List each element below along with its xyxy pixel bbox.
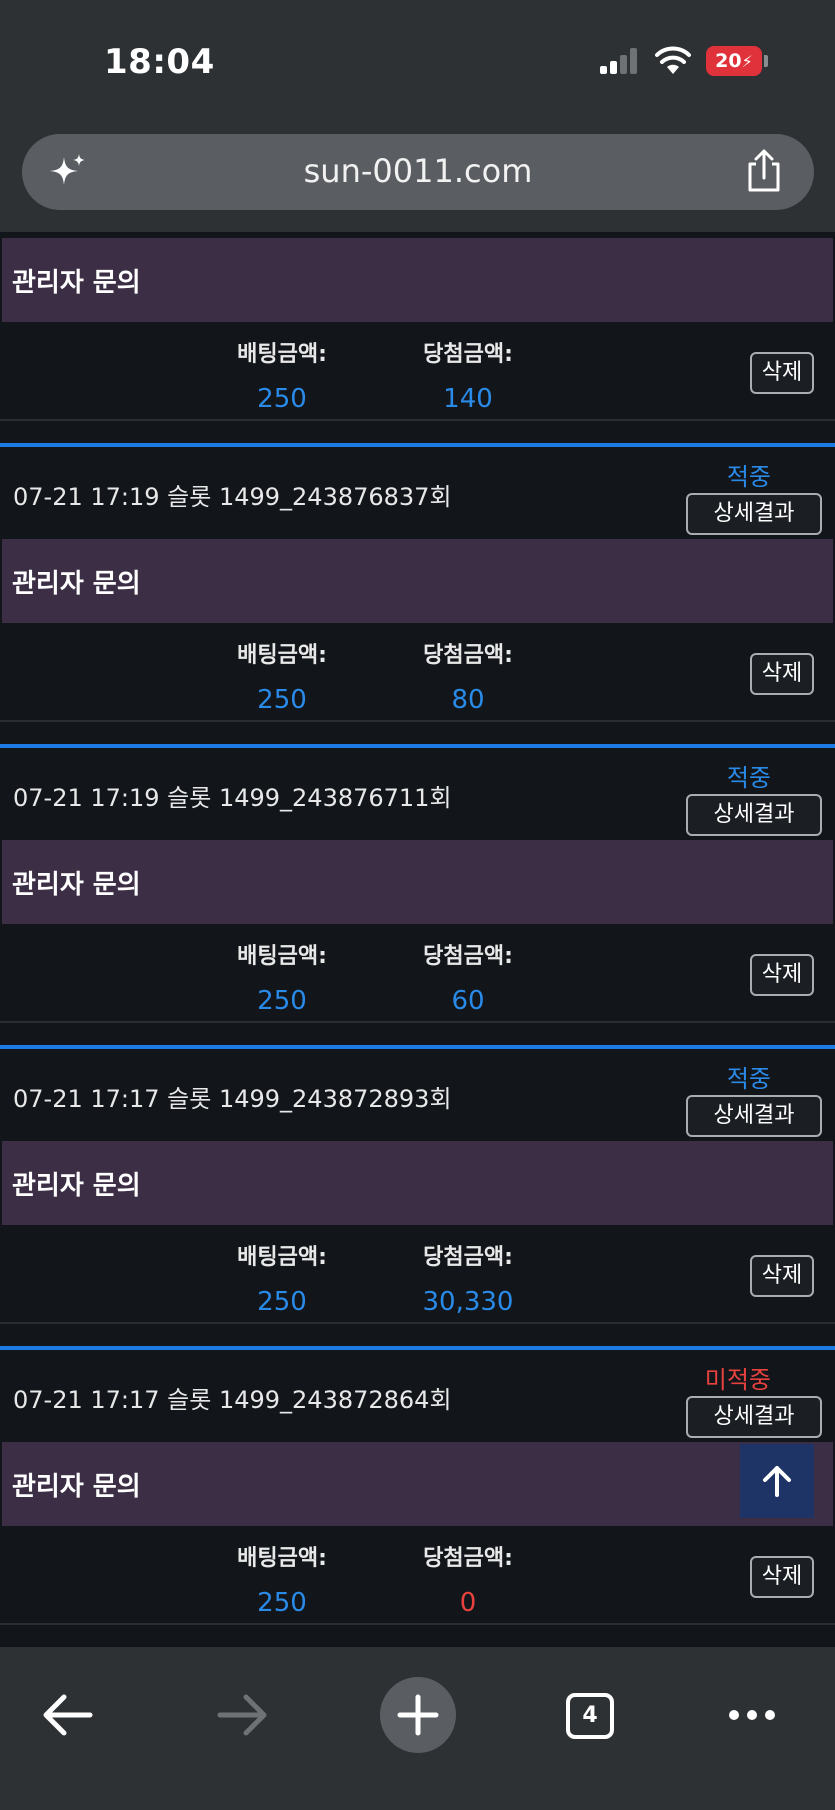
delete-button[interactable]: 삭제 [750, 653, 814, 695]
bet-entry: 07-21 17:19 슬롯 1499_243876711회 적중 상세결과 관… [0, 744, 835, 1023]
admin-inquiry-label[interactable]: 관리자 문의 [2, 1141, 833, 1202]
bet-entry-header: 07-21 17:19 슬롯 1499_243876711회 적중 상세결과 [0, 744, 835, 840]
result-status: 미적중 [704, 1366, 771, 1394]
win-amount: 당첨금액: 80 [408, 637, 528, 715]
bet-entry-title: 07-21 17:17 슬롯 1499_243872864회 [13, 1386, 452, 1414]
bet-entry-title: 07-21 17:17 슬롯 1499_243872893회 [13, 1085, 452, 1113]
win-amount-label: 당첨금액: [423, 944, 513, 969]
admin-inquiry-row[interactable]: 관리자 문의 [2, 1141, 833, 1225]
bet-entry: 07-21 17:17 슬롯 1499_243872864회 미적중 상세결과 … [0, 1346, 835, 1625]
address-bar[interactable]: sun-0011.com [22, 134, 814, 210]
win-amount-value: 0 [459, 1588, 477, 1618]
amount-row: 배팅금액: 250 당첨금액: 140 삭제 [0, 322, 835, 421]
win-amount: 당첨금액: 30,330 [408, 1239, 528, 1317]
detail-result-button[interactable]: 상세결과 [686, 1396, 822, 1438]
result-status: 적중 [726, 764, 771, 792]
win-amount-value: 30,330 [422, 1287, 514, 1317]
win-amount-value: 80 [451, 685, 485, 715]
admin-inquiry-label[interactable]: 관리자 문의 [2, 840, 833, 901]
result-status: 적중 [726, 1065, 771, 1093]
admin-inquiry-label[interactable]: 관리자 문의 [2, 1442, 833, 1503]
admin-inquiry-row[interactable]: 관리자 문의 [2, 238, 833, 322]
bet-amount-value: 250 [257, 1588, 307, 1618]
bet-amount-label: 배팅금액: [237, 1245, 327, 1270]
amount-row: 배팅금액: 250 당첨금액: 0 삭제 [0, 1526, 835, 1625]
browser-bottom-toolbar: 4 [0, 1647, 835, 1810]
bet-amount-value: 250 [257, 685, 307, 715]
bet-amount-value: 250 [257, 1287, 307, 1317]
bet-amount-label: 배팅금액: [237, 944, 327, 969]
win-amount: 당첨금액: 60 [408, 938, 528, 1016]
detail-result-button[interactable]: 상세결과 [686, 493, 822, 535]
delete-button[interactable]: 삭제 [750, 954, 814, 996]
browser-top-bar: 18:04 20⚡ sun-0011.com [0, 0, 835, 232]
battery-level: 20 [715, 50, 742, 72]
url-text[interactable]: sun-0011.com [22, 152, 814, 190]
bet-entry-title: 07-21 17:19 슬롯 1499_243876837회 [13, 483, 452, 511]
admin-inquiry-row[interactable]: 관리자 문의 [2, 539, 833, 623]
amount-row: 배팅금액: 250 당첨금액: 60 삭제 [0, 924, 835, 1023]
win-amount: 당첨금액: 140 [408, 336, 528, 414]
bet-amount: 배팅금액: 250 [222, 336, 342, 414]
delete-button[interactable]: 삭제 [750, 1255, 814, 1297]
wifi-icon [655, 46, 691, 74]
new-tab-button[interactable] [380, 1677, 456, 1753]
plus-icon [397, 1694, 439, 1736]
win-amount-label: 당첨금액: [423, 1546, 513, 1571]
bet-amount-label: 배팅금액: [237, 1546, 327, 1571]
bet-entry-header: 07-21 17:19 슬롯 1499_243876837회 적중 상세결과 [0, 443, 835, 539]
bet-entry-title: 07-21 17:19 슬롯 1499_243876711회 [13, 784, 452, 812]
amount-row: 배팅금액: 250 당첨금액: 80 삭제 [0, 623, 835, 722]
delete-button[interactable]: 삭제 [750, 352, 814, 394]
admin-inquiry-label[interactable]: 관리자 문의 [2, 238, 833, 299]
charging-bolt-icon: ⚡ [741, 52, 753, 71]
bet-amount: 배팅금액: 250 [222, 637, 342, 715]
bet-entry-header: 07-21 17:17 슬롯 1499_243872864회 미적중 상세결과 [0, 1346, 835, 1442]
win-amount-label: 당첨금액: [423, 342, 513, 367]
battery-cap [764, 55, 768, 67]
bet-amount-value: 250 [257, 384, 307, 414]
admin-inquiry-row[interactable]: 관리자 문의 [2, 1442, 833, 1526]
result-status: 적중 [726, 463, 771, 491]
bet-entry: 07-21 17:17 슬롯 1499_243872893회 적중 상세결과 관… [0, 1045, 835, 1324]
win-amount-value: 60 [451, 986, 485, 1016]
delete-button[interactable]: 삭제 [750, 1556, 814, 1598]
more-options-icon[interactable] [712, 1675, 792, 1755]
forward-arrow-icon[interactable] [202, 1675, 282, 1755]
status-time: 18:04 [104, 42, 215, 82]
bet-amount-label: 배팅금액: [237, 342, 327, 367]
battery-indicator: 20⚡ [706, 46, 762, 76]
detail-result-button[interactable]: 상세결과 [686, 1095, 822, 1137]
amount-row: 배팅금액: 250 당첨금액: 30,330 삭제 [0, 1225, 835, 1324]
back-arrow-icon[interactable] [28, 1675, 108, 1755]
tab-count-button[interactable]: 4 [566, 1693, 614, 1739]
win-amount: 당첨금액: 0 [408, 1540, 528, 1618]
bet-entry-partial: 관리자 문의 배팅금액: 250 당첨금액: 140 삭제 [0, 238, 835, 421]
win-amount-label: 당첨금액: [423, 1245, 513, 1270]
bet-entry: 07-21 17:19 슬롯 1499_243876837회 적중 상세결과 관… [0, 443, 835, 722]
arrow-up-icon [763, 1466, 791, 1497]
scroll-to-top-button[interactable] [740, 1444, 814, 1518]
bet-amount-label: 배팅금액: [237, 643, 327, 668]
detail-result-button[interactable]: 상세결과 [686, 794, 822, 836]
bet-history-list[interactable]: 관리자 문의 배팅금액: 250 당첨금액: 140 삭제 07-21 17:1… [0, 232, 835, 1647]
cellular-signal-icon [600, 48, 638, 74]
admin-inquiry-label[interactable]: 관리자 문의 [2, 539, 833, 600]
win-amount-value: 140 [443, 384, 493, 414]
win-amount-label: 당첨금액: [423, 643, 513, 668]
bet-amount-value: 250 [257, 986, 307, 1016]
admin-inquiry-row[interactable]: 관리자 문의 [2, 840, 833, 924]
bet-amount: 배팅금액: 250 [222, 1540, 342, 1618]
bet-amount: 배팅금액: 250 [222, 938, 342, 1016]
bet-amount: 배팅금액: 250 [222, 1239, 342, 1317]
share-icon[interactable] [742, 148, 786, 194]
bet-entry-header: 07-21 17:17 슬롯 1499_243872893회 적중 상세결과 [0, 1045, 835, 1141]
